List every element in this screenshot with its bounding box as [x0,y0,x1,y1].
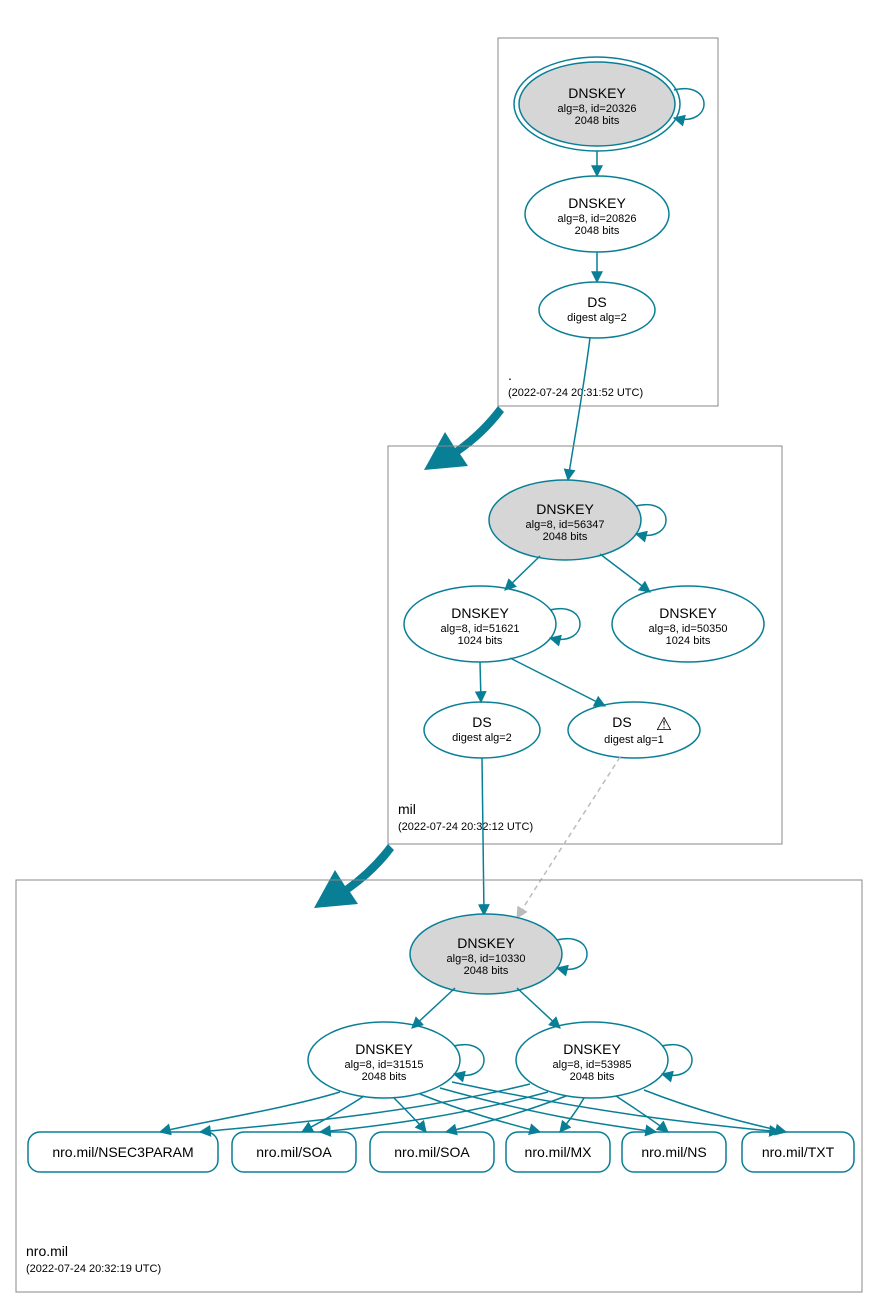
svg-text:digest alg=1: digest alg=1 [604,734,664,746]
edge-mil-zsk1-ds1 [480,662,481,702]
edge-mil-ksk-zsk2 [600,554,650,592]
svg-text:nro.mil/TXT: nro.mil/TXT [762,1144,835,1160]
node-mil-zsk2: DNSKEY alg=8, id=50350 1024 bits [612,586,764,662]
edge-nro-ksk-zsk2 [517,988,560,1028]
big-arrow-mil-nro [314,844,394,908]
zone-nro-timestamp: (2022-07-24 20:32:19 UTC) [26,1263,161,1275]
svg-text:alg=8, id=50350: alg=8, id=50350 [649,623,728,635]
rrset-nsec3param: nro.mil/NSEC3PARAM [28,1132,218,1172]
edge-zsk1-r3 [394,1098,426,1132]
svg-text:2048 bits: 2048 bits [575,225,620,237]
svg-text:DNSKEY: DNSKEY [355,1041,413,1057]
rrset-ns: nro.mil/NS [622,1132,726,1172]
zone-nro-name: nro.mil [26,1243,68,1259]
svg-text:alg=8, id=10330: alg=8, id=10330 [447,953,526,965]
svg-text:2048 bits: 2048 bits [575,115,620,127]
svg-text:alg=8, id=20326: alg=8, id=20326 [558,103,637,115]
edge-mil-zsk1-ds2 [510,658,605,706]
svg-text:1024 bits: 1024 bits [666,635,711,647]
edge-mil-ds1-nro-ksk [482,758,484,915]
dnssec-graph: . (2022-07-24 20:31:52 UTC) DNSKEY alg=8… [0,0,879,1299]
rrset-soa-1: nro.mil/SOA [232,1132,356,1172]
zone-mil-name: mil [398,801,416,817]
rrset-mx: nro.mil/MX [506,1132,610,1172]
svg-text:digest alg=2: digest alg=2 [567,312,627,324]
svg-text:DNSKEY: DNSKEY [536,501,594,517]
big-arrow-root-mil [424,406,504,470]
edge-root-ds-mil-ksk [568,338,590,480]
svg-text:DS: DS [587,294,606,310]
svg-text:DS: DS [472,714,491,730]
zone-mil-timestamp: (2022-07-24 20:32:12 UTC) [398,821,533,833]
rrset-soa-2: nro.mil/SOA [370,1132,494,1172]
svg-text:DS: DS [612,714,631,730]
svg-text:alg=8, id=53985: alg=8, id=53985 [553,1059,632,1071]
svg-text:nro.mil/NSEC3PARAM: nro.mil/NSEC3PARAM [52,1144,193,1160]
svg-text:2048 bits: 2048 bits [543,531,588,543]
svg-text:2048 bits: 2048 bits [464,965,509,977]
svg-text:DNSKEY: DNSKEY [451,605,509,621]
svg-text:nro.mil/NS: nro.mil/NS [641,1144,706,1160]
svg-text:alg=8, id=31515: alg=8, id=31515 [345,1059,424,1071]
svg-text:nro.mil/MX: nro.mil/MX [525,1144,593,1160]
svg-text:DNSKEY: DNSKEY [563,1041,621,1057]
edge-mil-ds2-nro-ksk [517,757,620,918]
node-mil-zsk1: DNSKEY alg=8, id=51621 1024 bits [404,586,556,662]
node-mil-ds1: DS digest alg=2 [424,702,540,758]
zone-nro: nro.mil (2022-07-24 20:32:19 UTC) DNSKEY… [16,880,862,1292]
node-root-zsk: DNSKEY alg=8, id=20826 2048 bits [525,176,669,252]
zone-root-timestamp: (2022-07-24 20:31:52 UTC) [508,387,643,399]
warning-icon: ⚠ [656,714,672,734]
svg-text:alg=8, id=56347: alg=8, id=56347 [526,519,605,531]
rrset-txt: nro.mil/TXT [742,1132,854,1172]
svg-text:digest alg=2: digest alg=2 [452,732,512,744]
edge-mil-ksk-zsk1 [505,556,540,590]
svg-text:nro.mil/SOA: nro.mil/SOA [394,1144,470,1160]
node-mil-ksk: DNSKEY alg=8, id=56347 2048 bits [489,480,641,560]
edge-zsk1-r4 [420,1094,540,1132]
node-mil-ds2: DS ⚠ digest alg=1 [568,702,700,758]
edge-zsk1-r2 [302,1096,364,1132]
svg-text:DNSKEY: DNSKEY [568,195,626,211]
svg-text:2048 bits: 2048 bits [362,1071,407,1083]
svg-text:DNSKEY: DNSKEY [568,85,626,101]
zone-root-name: . [508,367,512,383]
zone-root: . (2022-07-24 20:31:52 UTC) DNSKEY alg=8… [498,38,718,406]
node-nro-ksk: DNSKEY alg=8, id=10330 2048 bits [410,914,562,994]
svg-text:2048 bits: 2048 bits [570,1071,615,1083]
svg-text:DNSKEY: DNSKEY [457,935,515,951]
svg-text:alg=8, id=20826: alg=8, id=20826 [558,213,637,225]
node-root-ksk: DNSKEY alg=8, id=20326 2048 bits [514,57,680,151]
edge-zsk2-r2 [320,1092,548,1132]
node-root-ds: DS digest alg=2 [539,282,655,338]
zone-mil: mil (2022-07-24 20:32:12 UTC) DNSKEY alg… [388,446,782,844]
svg-text:1024 bits: 1024 bits [458,635,503,647]
node-nro-zsk1: DNSKEY alg=8, id=31515 2048 bits [308,1022,460,1098]
node-nro-zsk2: DNSKEY alg=8, id=53985 2048 bits [516,1022,668,1098]
edge-nro-ksk-zsk1 [412,988,455,1028]
svg-text:nro.mil/SOA: nro.mil/SOA [256,1144,332,1160]
svg-text:DNSKEY: DNSKEY [659,605,717,621]
svg-text:alg=8, id=51621: alg=8, id=51621 [441,623,520,635]
